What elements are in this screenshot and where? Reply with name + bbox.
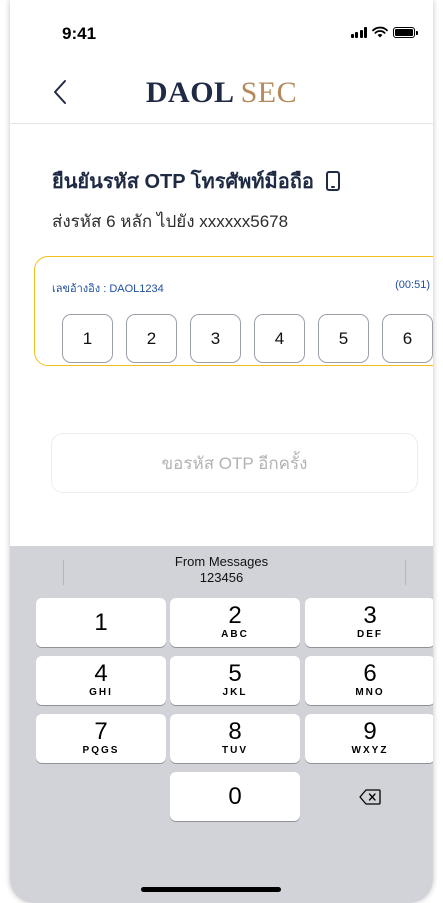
key-letters: MNO — [355, 687, 385, 698]
key-letters: DEF — [357, 629, 383, 640]
key-digit: 2 — [228, 602, 242, 629]
key-digit: 3 — [363, 602, 377, 629]
key-0[interactable]: 0 — [170, 772, 300, 821]
key-digit: 5 — [228, 660, 242, 687]
key-letters: GHI — [89, 687, 113, 698]
status-icons — [350, 26, 418, 38]
page-title: ยืนยันรหัส OTP โทรศัพท์มือถือ — [52, 171, 314, 193]
key-3[interactable]: 3 DEF — [305, 598, 433, 647]
key-letters: TUV — [222, 745, 248, 756]
backspace-icon — [359, 788, 381, 805]
mobile-phone-icon — [325, 171, 340, 191]
key-digit: 9 — [363, 718, 377, 745]
key-7[interactable]: 7 PQGS — [36, 714, 166, 763]
key-2[interactable]: 2 ABC — [170, 598, 300, 647]
otp-digit-6[interactable]: 6 — [382, 314, 433, 363]
status-bar: 9:41 — [10, 0, 433, 60]
daol-sec-logo: DAOL SEC — [10, 76, 433, 110]
otp-autofill-suggestion[interactable]: From Messages 123456 — [10, 554, 433, 586]
battery-icon — [393, 26, 418, 38]
phone-screen: 9:41 DAOL SEC ยืนยันรหัส OTP โทรศัพท์มือถ… — [10, 0, 433, 903]
otp-digit-4[interactable]: 4 — [254, 314, 305, 363]
otp-digit-5[interactable]: 5 — [318, 314, 369, 363]
status-time: 9:41 — [62, 24, 97, 43]
wifi-icon — [372, 26, 388, 38]
key-6[interactable]: 6 MNO — [305, 656, 433, 705]
resend-otp-button[interactable]: ขอรหัส OTP อีกครั้ง — [51, 433, 418, 493]
key-1[interactable]: 1 — [36, 598, 166, 647]
key-digit: 6 — [363, 660, 377, 687]
key-letters: JKL — [222, 687, 248, 698]
suggestion-code: 123456 — [199, 570, 244, 585]
otp-digit-3[interactable]: 3 — [190, 314, 241, 363]
otp-digit-1[interactable]: 1 — [62, 314, 113, 363]
key-digit: 7 — [94, 718, 108, 745]
key-digit: 4 — [94, 660, 108, 687]
home-indicator[interactable] — [141, 887, 281, 892]
title-row: ยืนยันรหัส OTP โทรศัพท์มือถือ — [52, 165, 340, 197]
otp-digits: 1 2 3 4 5 6 — [62, 314, 433, 363]
logo-primary: DAOL — [145, 76, 235, 109]
key-digit: 0 — [228, 782, 242, 810]
key-digit: 8 — [228, 718, 242, 745]
delete-key[interactable] — [305, 772, 433, 821]
signal-icon — [350, 26, 367, 38]
key-letters: WXYZ — [351, 745, 389, 756]
keyboard-suggestion-bar: From Messages 123456 — [10, 546, 433, 598]
page-subtitle: ส่งรหัส 6 หลัก ไปยัง xxxxxx5678 — [52, 212, 289, 231]
key-letters: ABC — [221, 629, 249, 640]
otp-digit-2[interactable]: 2 — [126, 314, 177, 363]
key-9[interactable]: 9 WXYZ — [305, 714, 433, 763]
logo-secondary: SEC — [240, 76, 298, 109]
key-5[interactable]: 5 JKL — [170, 656, 300, 705]
key-letters: PQGS — [82, 745, 120, 756]
suggestion-divider — [405, 560, 406, 585]
otp-input-group: เลขอ้างอิง : DAOL1234 (00:51) 1 2 3 4 5 … — [34, 256, 433, 366]
suggestion-title: From Messages — [174, 554, 269, 569]
numeric-keyboard: From Messages 123456 1 2 ABC 3 DEF 4 GHI… — [10, 546, 433, 903]
key-8[interactable]: 8 TUV — [170, 714, 300, 763]
key-4[interactable]: 4 GHI — [36, 656, 166, 705]
navigation-bar: DAOL SEC — [10, 62, 433, 124]
reference-code: เลขอ้างอิง : DAOL1234 — [52, 283, 164, 295]
countdown-timer: (00:51) — [395, 279, 430, 291]
key-digit: 1 — [94, 608, 108, 636]
